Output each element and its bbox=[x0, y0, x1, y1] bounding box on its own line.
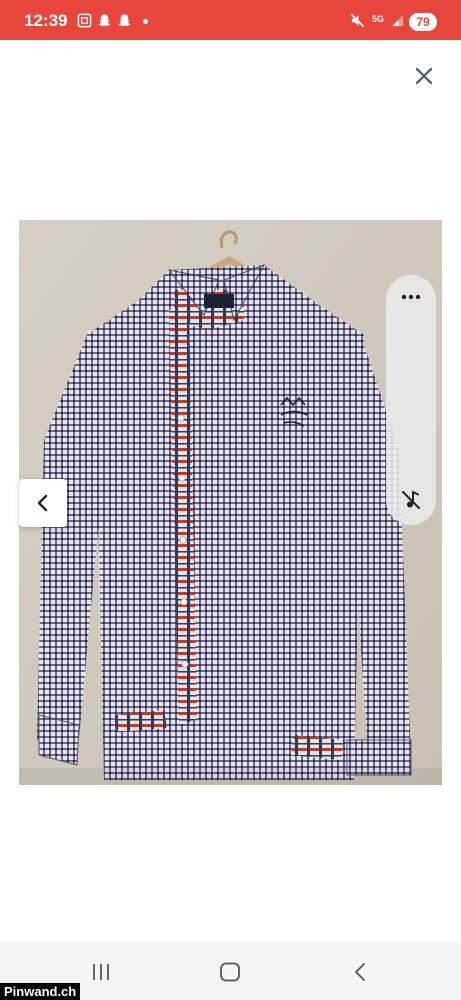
snapchat-icon bbox=[98, 14, 111, 27]
chevron-left-icon bbox=[37, 494, 48, 512]
mute-icon bbox=[350, 13, 365, 28]
back-icon[interactable] bbox=[349, 962, 371, 982]
music-off-icon[interactable] bbox=[399, 488, 423, 512]
home-icon[interactable] bbox=[219, 962, 241, 982]
more-horizontal-icon[interactable] bbox=[399, 293, 423, 301]
product-image bbox=[19, 220, 442, 785]
clock: 12:39 bbox=[24, 11, 68, 30]
notification-dot bbox=[143, 19, 148, 24]
watermark: Pinwand.ch bbox=[0, 983, 81, 1000]
side-panel bbox=[386, 275, 436, 525]
close-icon[interactable] bbox=[411, 63, 437, 89]
network-type: 5G bbox=[372, 14, 385, 24]
battery-level: 79 bbox=[409, 13, 437, 31]
recent-apps-icon[interactable] bbox=[90, 962, 112, 982]
previous-image-button[interactable] bbox=[19, 479, 67, 527]
status-bar: 12:39 5G 79 bbox=[0, 0, 461, 40]
signal-icon bbox=[391, 14, 404, 27]
screenshot-icon bbox=[77, 13, 92, 28]
snapchat-icon-2 bbox=[118, 14, 131, 27]
